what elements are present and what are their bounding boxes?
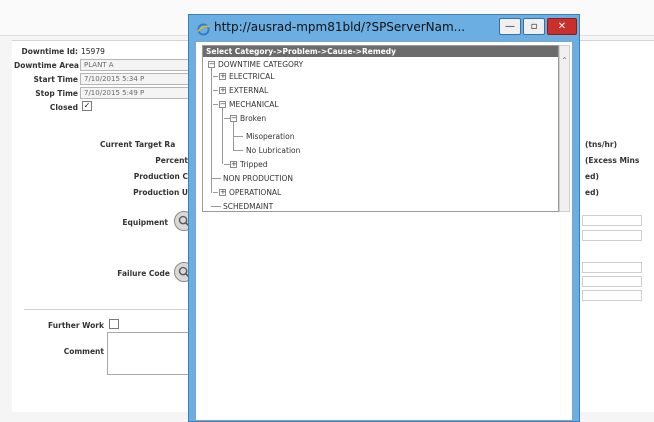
target-rate-unit: (tns/hr) (585, 140, 618, 149)
form-divider (24, 309, 190, 310)
failure-code-label: Failure Code (117, 269, 170, 278)
popup-titlebar[interactable]: http://ausrad-mpm81bld/?SPServerNam... —… (189, 15, 579, 41)
further-work-checkbox[interactable] (109, 319, 119, 329)
further-work-label: Further Work (48, 321, 104, 330)
downtime-id-label: Downtime Id: (21, 47, 78, 56)
tree-node-non-production[interactable]: NON PRODUCTION (223, 174, 293, 183)
production-u-label: Production U (133, 188, 188, 197)
popup-content: Select Category->Problem->Cause->Remedy … (195, 41, 573, 421)
tree-node-tripped[interactable]: Tripped (240, 160, 268, 169)
tree-connector (213, 90, 218, 91)
tree-node-external[interactable]: EXTERNAL (229, 86, 268, 95)
category-tree-panel: Select Category->Problem->Cause->Remedy … (202, 45, 559, 212)
downtime-id-value: 15979 (81, 47, 105, 56)
current-target-rate-label: Current Target Ra (100, 140, 176, 149)
tree-connector (211, 178, 221, 179)
tree-node-broken[interactable]: Broken (240, 114, 266, 123)
tree-node-downtime-category[interactable]: DOWNTIME CATEGORY (218, 60, 303, 69)
tree-connector (222, 108, 223, 164)
start-time-field[interactable]: 7/10/2015 5:34 P (80, 73, 192, 85)
tree-header: Select Category->Problem->Cause->Remedy (203, 46, 558, 57)
tree-connector (213, 104, 218, 105)
production-c-unit: ed) (585, 172, 599, 181)
comment-label: Comment (63, 347, 104, 356)
tree-node-schedmaint[interactable]: SCHEDMAINT (223, 202, 273, 211)
maximize-button[interactable]: ▫ (523, 18, 545, 35)
closed-checkbox[interactable]: ✓ (82, 101, 92, 111)
production-u-unit: ed) (585, 188, 599, 197)
tree-node-no-lubrication[interactable]: No Lubrication (246, 146, 300, 155)
tree-connector (233, 136, 243, 137)
browser-icon (197, 23, 210, 36)
downtime-area-label: Downtime Area (14, 61, 79, 70)
stop-time-field[interactable]: 7/10/2015 5:49 P (80, 87, 192, 99)
tree-scrollbar[interactable]: ⌃ (559, 45, 570, 212)
tree-connector (211, 206, 221, 207)
tree-node-misoperation[interactable]: Misoperation (246, 132, 294, 141)
tree-connector (211, 65, 212, 193)
equipment-desc-right[interactable] (582, 230, 642, 241)
failure-code-desc-right-2[interactable] (582, 290, 642, 301)
production-c-label: Production C (133, 172, 188, 181)
tree-node-mechanical[interactable]: MECHANICAL (229, 100, 279, 109)
equipment-field-right[interactable] (582, 215, 642, 226)
close-button[interactable]: ✕ (547, 18, 577, 35)
closed-label: Closed (49, 103, 78, 112)
category-picker-popup: http://ausrad-mpm81bld/?SPServerNam... —… (188, 14, 580, 422)
percent-label: Percent (155, 156, 188, 165)
tree-expand-tripped[interactable]: + (230, 161, 237, 168)
tree-collapse-root[interactable]: − (208, 61, 215, 68)
percent-unit: (Excess Mins (585, 156, 640, 165)
failure-code-field-right[interactable] (582, 262, 642, 273)
tree-expand-electrical[interactable]: + (219, 73, 226, 80)
failure-code-desc-right-1[interactable] (582, 276, 642, 287)
tree-expand-external[interactable]: + (219, 87, 226, 94)
minimize-button[interactable]: — (499, 18, 521, 35)
start-time-label: Start Time (33, 75, 78, 84)
downtime-area-field[interactable]: PLANT A (80, 59, 192, 71)
popup-title-url: http://ausrad-mpm81bld/?SPServerNam... (214, 20, 466, 34)
tree-connector (213, 76, 218, 77)
tree-node-electrical[interactable]: ELECTRICAL (229, 72, 274, 81)
stop-time-label: Stop Time (35, 89, 78, 98)
tree-expand-operational[interactable]: + (219, 189, 226, 196)
equipment-label: Equipment (122, 218, 168, 227)
tree-collapse-broken[interactable]: − (230, 115, 237, 122)
tree-node-operational[interactable]: OPERATIONAL (229, 188, 281, 197)
tree-connector (233, 150, 243, 151)
tree-connector (213, 192, 218, 193)
comment-textarea[interactable] (107, 332, 190, 375)
tree-collapse-mechanical[interactable]: − (219, 101, 226, 108)
scroll-up-icon[interactable]: ⌃ (560, 56, 569, 65)
